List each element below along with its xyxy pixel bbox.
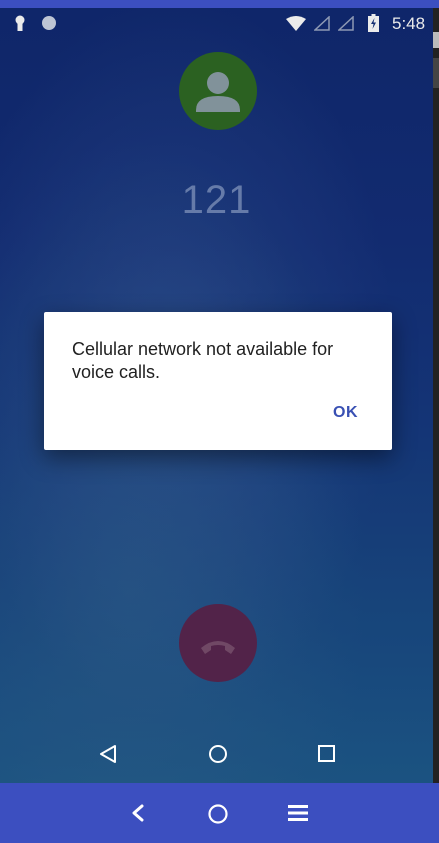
- recents-icon[interactable]: [318, 745, 335, 767]
- home-circle-icon[interactable]: [207, 803, 229, 830]
- alert-dialog: Cellular network not available for voice…: [44, 312, 392, 450]
- back-chevron-icon[interactable]: [130, 803, 146, 828]
- navigation-bar: [0, 728, 433, 783]
- emulator-side-strip: [433, 8, 439, 783]
- emulator-nav-bar: [0, 783, 439, 843]
- ok-button[interactable]: OK: [325, 398, 366, 428]
- home-icon[interactable]: [208, 744, 228, 769]
- phone-screen: 5:48 121 Cellular network not available …: [0, 8, 433, 783]
- emulator-top-strip: [0, 0, 439, 8]
- dialog-message: Cellular network not available for voice…: [72, 339, 334, 382]
- back-icon[interactable]: [99, 744, 117, 769]
- menu-icon[interactable]: [288, 804, 308, 827]
